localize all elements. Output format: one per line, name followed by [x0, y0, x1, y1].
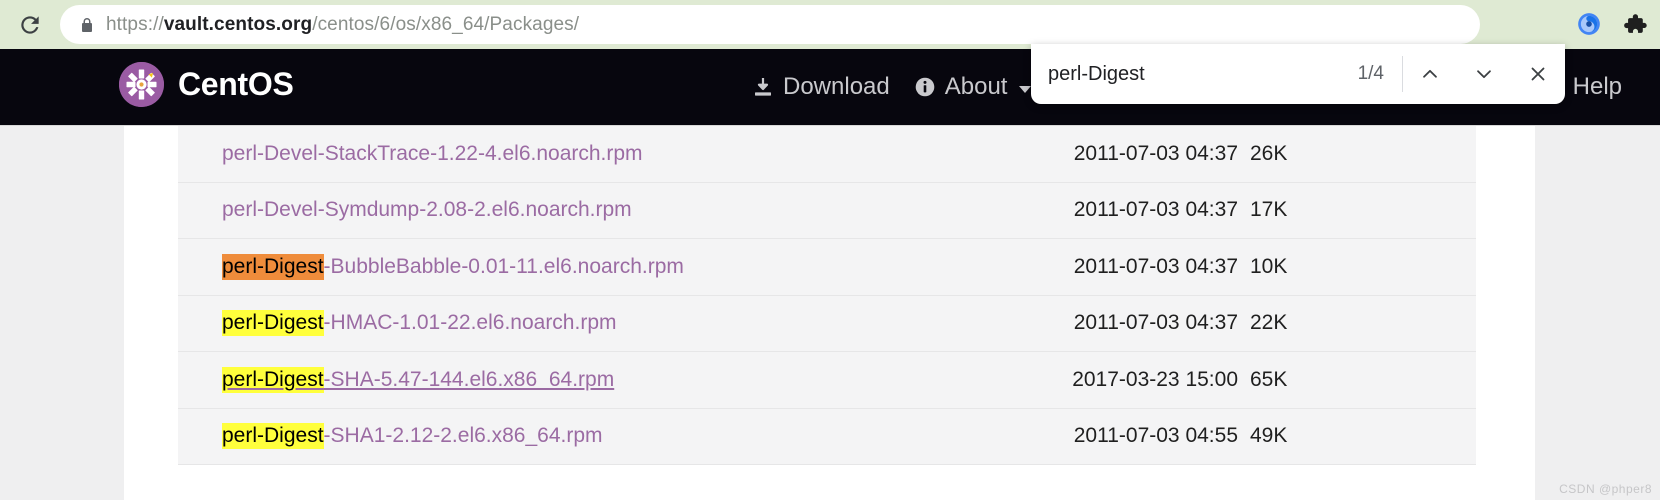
find-input[interactable] — [1048, 62, 1288, 86]
page-body: perl-Devel-StackTrace-1.22-4.el6.noarch.… — [0, 125, 1660, 501]
nav-download[interactable]: Download — [752, 73, 890, 101]
table-row[interactable]: perl-Digest-BubbleBabble-0.01-11.el6.noa… — [178, 239, 1476, 296]
table-row[interactable]: perl-Devel-StackTrace-1.22-4.el6.noarch.… — [178, 126, 1476, 183]
table-row[interactable]: perl-Digest-SHA-5.47-144.el6.x86_64.rpm 2… — [178, 352, 1476, 409]
search-match-active: perl-Digest — [222, 253, 324, 280]
package-date: 2011-07-03 04:37 — [1073, 311, 1238, 335]
address-bar[interactable]: https://vault.centos.org/centos/6/os/x86… — [60, 5, 1480, 44]
package-link[interactable]: perl-Devel-StackTrace-1.22-4.el6.noarch.… — [222, 142, 643, 166]
nav-about-label: About — [944, 73, 1008, 100]
package-size: 65K — [1250, 367, 1288, 391]
nav-about[interactable]: About — [914, 73, 1032, 101]
package-link[interactable]: perl-Digest-HMAC-1.01-22.el6.noarch.rpm — [222, 310, 617, 337]
directory-listing-card: perl-Devel-StackTrace-1.22-4.el6.noarch.… — [124, 126, 1535, 501]
reload-icon — [21, 15, 39, 34]
chevron-up-icon — [1423, 69, 1437, 78]
download-icon — [755, 78, 771, 96]
lock-icon — [82, 17, 92, 32]
package-date: 2011-07-03 04:37 — [1073, 254, 1238, 278]
reload-button[interactable] — [8, 3, 52, 47]
url-text: https://vault.centos.org/centos/6/os/x86… — [106, 14, 579, 36]
find-close-button[interactable] — [1511, 47, 1565, 101]
browser-action-icons — [1574, 4, 1650, 44]
puzzle-extensions-icon[interactable] — [1620, 9, 1650, 39]
package-size: 10K — [1250, 254, 1288, 278]
package-link[interactable]: perl-Digest-SHA-5.47-144.el6.x86_64.rpm — [222, 366, 614, 393]
close-icon — [1531, 67, 1545, 81]
url-host: vault.centos.org — [163, 13, 313, 35]
package-date: 2011-07-03 04:55 — [1073, 424, 1238, 448]
site-brand[interactable]: CentOS — [119, 62, 294, 107]
url-path: /centos/6/os/x86_64/Packages/ — [312, 13, 580, 35]
package-size: 17K — [1250, 198, 1288, 222]
centos-logo-icon — [119, 62, 164, 107]
chevron-down-icon — [1477, 70, 1491, 79]
package-size: 49K — [1250, 424, 1288, 448]
package-size: 26K — [1250, 141, 1288, 165]
watermark: CSDN @phper8 — [1559, 482, 1652, 496]
package-table: perl-Devel-StackTrace-1.22-4.el6.noarch.… — [178, 126, 1476, 465]
package-link[interactable]: perl-Digest-SHA1-2.12-2.el6.x86_64.rpm — [222, 423, 603, 450]
search-match: perl-Digest — [222, 423, 324, 450]
search-match: perl-Digest — [222, 310, 324, 337]
chevron-down-icon — [1019, 85, 1032, 93]
table-row[interactable]: perl-Devel-Symdump-2.08-2.el6.noarch.rpm… — [178, 182, 1476, 239]
package-link[interactable]: perl-Digest-BubbleBabble-0.01-11.el6.noa… — [222, 253, 684, 280]
find-next-button[interactable] — [1457, 47, 1511, 101]
find-in-page-bar: 1/4 — [1031, 44, 1565, 104]
url-scheme: https:// — [106, 13, 164, 35]
package-date: 2011-07-03 04:37 — [1073, 198, 1238, 222]
nav-download-label: Download — [783, 73, 890, 100]
find-previous-button[interactable] — [1403, 47, 1457, 101]
table-row[interactable]: perl-Digest-SHA1-2.12-2.el6.x86_64.rpm 20… — [178, 408, 1476, 465]
nav-help[interactable]: Help — [1573, 73, 1622, 101]
package-date: 2017-03-23 15:00 — [1072, 367, 1238, 391]
browser-toolbar: https://vault.centos.org/centos/6/os/x86… — [0, 0, 1660, 49]
find-match-count: 1/4 — [1357, 63, 1384, 84]
package-link[interactable]: perl-Devel-Symdump-2.08-2.el6.noarch.rpm — [222, 198, 632, 222]
search-match: perl-Digest — [222, 366, 324, 393]
info-icon — [915, 77, 935, 97]
lens-extension-icon[interactable] — [1574, 9, 1604, 39]
table-row[interactable]: perl-Digest-HMAC-1.01-22.el6.noarch.rpm 2… — [178, 295, 1476, 352]
brand-name: CentOS — [178, 66, 294, 102]
package-size: 22K — [1250, 311, 1288, 335]
site-nav: Download About — [752, 73, 1032, 101]
package-date: 2011-07-03 04:37 — [1073, 141, 1238, 165]
